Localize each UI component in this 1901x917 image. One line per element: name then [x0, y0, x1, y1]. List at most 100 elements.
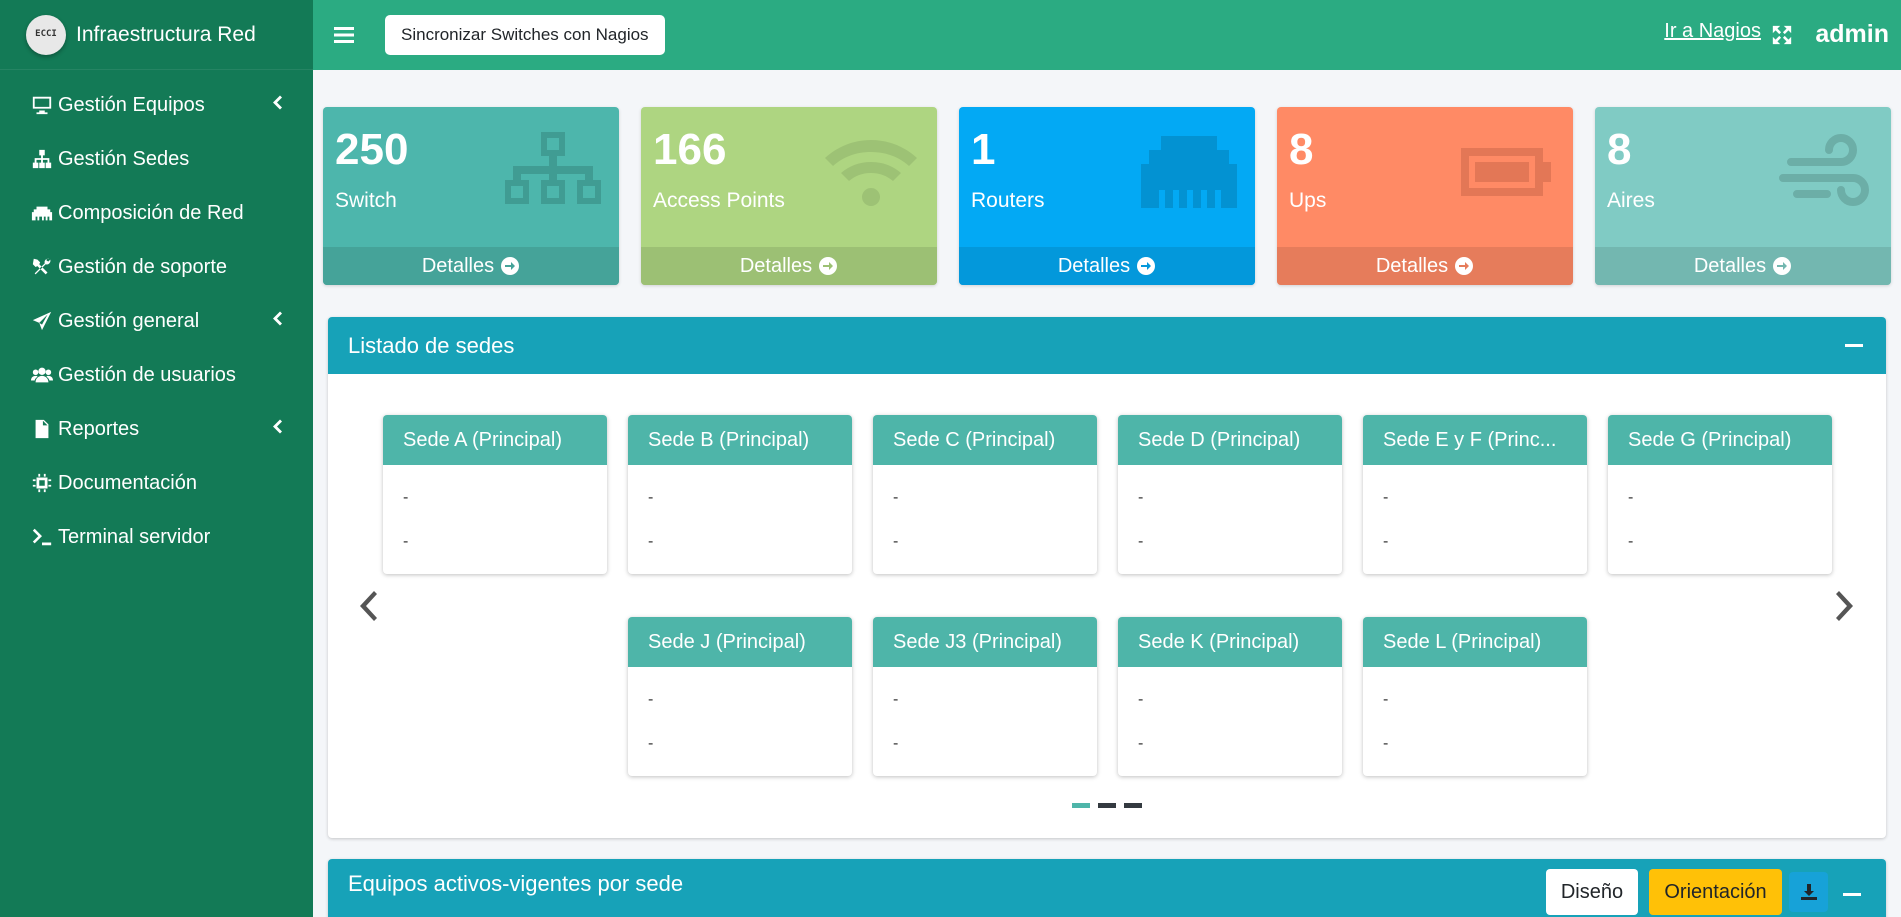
- sede-card-c[interactable]: Sede C (Principal) - -: [873, 415, 1097, 574]
- sede-info: -: [403, 533, 409, 550]
- tools-icon: [30, 255, 54, 279]
- stat-box-routers: 1 Routers Detalles: [959, 107, 1255, 285]
- collapse-button[interactable]: [1842, 334, 1866, 358]
- sidebar-item-gestion-general[interactable]: Gestión general: [0, 294, 313, 348]
- sede-info: -: [893, 735, 899, 752]
- sidebar-item-documentacion[interactable]: Documentación: [0, 456, 313, 510]
- equipos-collapse-button[interactable]: [1840, 882, 1864, 906]
- sync-switches-nagios-button[interactable]: Sincronizar Switches con Nagios: [385, 15, 665, 55]
- sede-card-j3[interactable]: Sede J3 (Principal) - -: [873, 617, 1097, 776]
- sede-card-k[interactable]: Sede K (Principal) - -: [1118, 617, 1342, 776]
- brand-logo: ECCI: [26, 14, 66, 55]
- fullscreen-icon[interactable]: [1771, 24, 1793, 46]
- orientation-button[interactable]: Orientación: [1649, 869, 1782, 915]
- carousel-indicators: [1072, 803, 1142, 808]
- sede-info: -: [1628, 489, 1634, 506]
- sede-card-b[interactable]: Sede B (Principal) - -: [628, 415, 852, 574]
- card-title: Listado de sedes: [348, 332, 515, 358]
- carousel-indicator-1[interactable]: [1072, 803, 1090, 808]
- sidebar-item-gestion-soporte[interactable]: Gestión de soporte: [0, 240, 313, 294]
- sidebar-item-gestion-sedes[interactable]: Gestión Sedes: [0, 132, 313, 186]
- sitemap-icon: [30, 147, 54, 171]
- stat-label: Routers: [971, 189, 1045, 212]
- sede-info: -: [648, 735, 654, 752]
- sidebar-item-gestion-equipos[interactable]: Gestión Equipos: [0, 78, 313, 132]
- sede-card-d[interactable]: Sede D (Principal) - -: [1118, 415, 1342, 574]
- stat-details-link[interactable]: Detalles: [641, 247, 937, 285]
- chevron-left-icon: [271, 418, 283, 441]
- sede-card-a[interactable]: Sede A (Principal) - -: [383, 415, 607, 574]
- details-label: Detalles: [1693, 254, 1767, 277]
- brand[interactable]: ECCI Infraestructura Red: [0, 0, 313, 70]
- stat-label: Access Points: [653, 189, 785, 212]
- sede-name: Sede B (Principal): [628, 415, 852, 465]
- paper-plane-icon: [30, 309, 54, 333]
- sidebar-item-composicion-red[interactable]: Composición de Red: [0, 186, 313, 240]
- details-label: Detalles: [421, 254, 495, 277]
- sidebar-item-terminal-servidor[interactable]: Terminal servidor: [0, 510, 313, 564]
- stat-box-aires: 8 Aires Detalles: [1595, 107, 1891, 285]
- users-icon: [30, 363, 54, 387]
- sede-name: Sede J (Principal): [628, 617, 852, 667]
- sede-card-l[interactable]: Sede L (Principal) - -: [1363, 617, 1587, 776]
- sede-name: Sede E y F (Princ...: [1363, 415, 1587, 465]
- sede-card-e-f[interactable]: Sede E y F (Princ... - -: [1363, 415, 1587, 574]
- arrow-circle-right-icon: [501, 257, 520, 275]
- carousel-prev-button[interactable]: [352, 586, 382, 626]
- ethernet-icon: [1141, 136, 1237, 208]
- desktop-icon: [30, 93, 54, 117]
- menu-toggle-button[interactable]: [321, 12, 367, 58]
- design-button[interactable]: Diseño: [1546, 869, 1638, 915]
- network-icon: [505, 132, 601, 204]
- sede-name: Sede G (Principal): [1608, 415, 1832, 465]
- arrow-circle-right-icon: [1455, 257, 1474, 275]
- arrow-circle-right-icon: [1773, 257, 1792, 275]
- sede-info: -: [1138, 691, 1144, 708]
- sidebar-item-label: Gestión general: [58, 309, 200, 332]
- card-title: Equipos activos-vigentes por sede: [348, 871, 684, 896]
- stat-box-ups: 8 Ups Detalles: [1277, 107, 1573, 285]
- minus-icon: [1845, 344, 1863, 347]
- sede-info: -: [1383, 489, 1389, 506]
- chevron-left-icon: [271, 94, 283, 117]
- sede-info: -: [1628, 533, 1634, 550]
- sedes-card: Listado de sedes: [328, 317, 1886, 838]
- sidebar-item-gestion-usuarios[interactable]: Gestión de usuarios: [0, 348, 313, 402]
- sidebar-item-label: Gestión de usuarios: [58, 363, 236, 386]
- sede-name: Sede L (Principal): [1363, 617, 1587, 667]
- stat-details-link[interactable]: Detalles: [959, 247, 1255, 285]
- sede-info: -: [1383, 533, 1389, 550]
- sede-card-g[interactable]: Sede G (Principal) - -: [1608, 415, 1832, 574]
- nagios-link[interactable]: Ir a Nagios: [1664, 20, 1761, 43]
- download-icon: [1800, 884, 1817, 900]
- carousel-indicator-2[interactable]: [1098, 803, 1116, 808]
- ethernet-icon: [30, 201, 54, 225]
- details-label: Detalles: [1057, 254, 1131, 277]
- user-name[interactable]: admin: [1815, 20, 1889, 49]
- download-button[interactable]: [1789, 872, 1828, 912]
- sede-info: -: [893, 691, 899, 708]
- sede-info: -: [1383, 691, 1389, 708]
- brand-title: Infraestructura Red: [76, 22, 256, 46]
- details-label: Detalles: [1375, 254, 1449, 277]
- sidebar-item-reportes[interactable]: Reportes: [0, 402, 313, 456]
- stat-details-link[interactable]: Detalles: [323, 247, 619, 285]
- sede-info: -: [1383, 735, 1389, 752]
- chevron-left-icon: [360, 591, 377, 621]
- stat-details-link[interactable]: Detalles: [1595, 247, 1891, 285]
- brand-logo-text: ECCI: [35, 29, 57, 39]
- wind-icon: [1779, 134, 1869, 206]
- sidebar-item-label: Gestión Sedes: [58, 147, 190, 170]
- sede-name: Sede C (Principal): [873, 415, 1097, 465]
- stat-box-access-points: 166 Access Points Detalles: [641, 107, 937, 285]
- sedes-card-header: Listado de sedes: [328, 317, 1886, 374]
- carousel-indicator-3[interactable]: [1124, 803, 1142, 808]
- arrow-circle-right-icon: [819, 257, 838, 275]
- stat-details-link[interactable]: Detalles: [1277, 247, 1573, 285]
- sidebar-item-label: Documentación: [58, 471, 197, 494]
- carousel-next-button[interactable]: [1831, 586, 1861, 626]
- sede-card-j[interactable]: Sede J (Principal) - -: [628, 617, 852, 776]
- stat-box-switch: 250 Switch Detalles: [323, 107, 619, 285]
- sede-info: -: [403, 489, 409, 506]
- sede-name: Sede J3 (Principal): [873, 617, 1097, 667]
